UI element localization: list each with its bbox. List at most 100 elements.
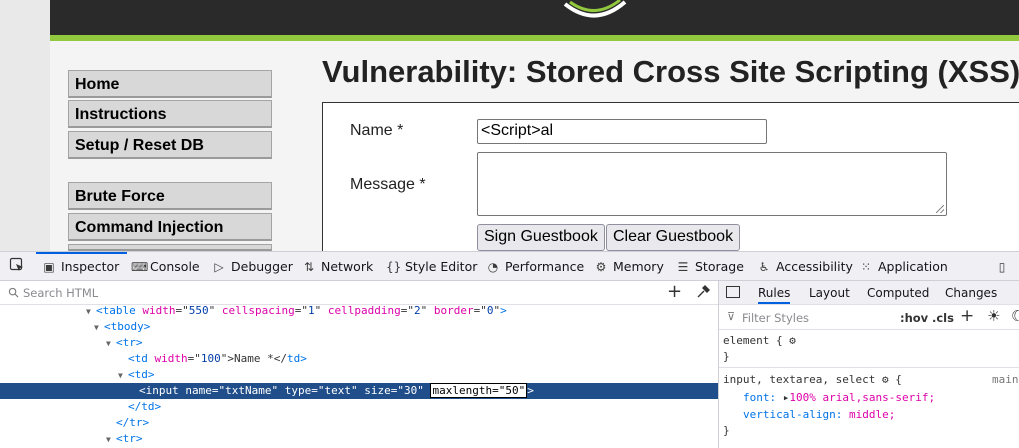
tab-network[interactable]: ⇅ Network	[302, 252, 373, 281]
menu-item-setup-reset-db[interactable]: Setup / Reset DB	[68, 131, 272, 159]
attr-name: cellspacing	[221, 305, 295, 317]
menu-item-brute-force[interactable]: Brute Force	[68, 182, 272, 210]
add-rule-icon[interactable]: +	[960, 306, 974, 326]
tab-inspector[interactable]: ▣ Inspector	[36, 252, 128, 281]
filter-styles-placeholder: Filter Styles	[742, 311, 810, 325]
tree-node-input-selected[interactable]: <input name="txtName" type="text" size="…	[0, 383, 718, 399]
message-textarea[interactable]	[477, 152, 947, 216]
tag-close: td>	[286, 352, 307, 365]
cls-toggle[interactable]: .cls	[932, 311, 954, 325]
tab-label: Memory	[613, 259, 664, 274]
tab-storage[interactable]: ☰ Storage	[676, 252, 744, 281]
tree-node-tr-close[interactable]: </tr>	[0, 415, 718, 431]
filter-icon: ⊽	[727, 310, 736, 323]
tab-label: Performance	[505, 259, 585, 274]
input-rule-close: }	[723, 424, 730, 437]
menu-item-partial[interactable]	[68, 244, 272, 251]
light-theme-icon[interactable]: ☀	[987, 307, 1000, 325]
menu-item-command-injection[interactable]: Command Injection	[68, 213, 272, 241]
tab-layout[interactable]: Layout	[809, 286, 850, 300]
tree-node-td-close[interactable]: </td>	[0, 399, 718, 415]
search-html-placeholder: Search HTML	[23, 286, 99, 300]
tab-performance[interactable]: ◔ Performance	[486, 252, 584, 281]
element-rule-close: }	[723, 350, 730, 363]
filter-styles-bar[interactable]: ⊽ Filter Styles :hov .cls + ☀ ☾	[719, 305, 1019, 330]
collapse-arrow-icon[interactable]: ▼	[94, 320, 104, 336]
performance-icon: ◔	[487, 260, 499, 274]
tree-node-tbody[interactable]: ▼ <tbody>	[0, 319, 718, 335]
tree-node-tr[interactable]: ▼ <tr>	[0, 335, 718, 351]
attr-value: text	[324, 384, 351, 397]
dock-icon: ▯	[998, 260, 1006, 274]
add-node-button[interactable]: +	[667, 281, 682, 302]
tab-memory[interactable]: ⚙ Memory	[594, 252, 664, 281]
style-editor-icon: {}	[386, 260, 402, 274]
text-content: >Name *</	[227, 352, 287, 365]
menu-item-instructions[interactable]: Instructions	[68, 100, 272, 128]
tab-computed[interactable]: Computed	[867, 286, 929, 300]
rule-source-link[interactable]: main	[992, 372, 1019, 388]
html-search-bar[interactable]: Search HTML +	[0, 281, 718, 305]
application-icon: ⁙	[860, 260, 872, 274]
rule-divider	[719, 367, 1019, 368]
resize-grip-icon[interactable]	[936, 205, 944, 213]
site-logo	[563, 0, 627, 18]
tree-node-td[interactable]: ▼ <td>	[0, 367, 718, 383]
sidebar-layout-icon[interactable]	[726, 286, 740, 298]
tab-label: Accessibility	[776, 259, 853, 274]
tag-name: </td>	[128, 400, 162, 413]
page: Home Instructions Setup / Reset DB Brute…	[0, 0, 1019, 448]
search-icon	[8, 287, 19, 298]
collapse-arrow-icon[interactable]: ▼	[118, 368, 128, 384]
storage-icon: ☰	[677, 260, 689, 274]
input-rule-selector: input, textarea, select ⚙ {	[723, 373, 902, 386]
attr-value: 1	[307, 305, 315, 317]
tag-name: <tr>	[116, 336, 143, 349]
attr-value: 30	[403, 384, 418, 397]
tab-label: Storage	[695, 259, 744, 274]
name-input[interactable]: <Script>al	[477, 119, 767, 144]
tab-application[interactable]: ⁙ Application	[859, 252, 948, 281]
tab-changes[interactable]: Changes	[945, 286, 997, 300]
attr-value: 0	[486, 305, 494, 317]
accessibility-icon: ♿	[758, 260, 770, 274]
collapse-arrow-icon[interactable]: ▼	[106, 336, 116, 352]
selector-text: element {	[723, 334, 783, 347]
page-left-margin	[0, 0, 50, 251]
element-picker-icon[interactable]	[9, 257, 25, 273]
attr-name: size	[364, 384, 391, 397]
tab-label: Debugger	[231, 259, 293, 274]
sign-guestbook-button[interactable]: Sign Guestbook	[477, 224, 605, 251]
vertical-align-declaration[interactable]: vertical-align: middle;	[743, 407, 895, 423]
property-value: 100% arial,sans-serif;	[789, 391, 936, 404]
hov-toggle[interactable]: :hov	[900, 311, 928, 325]
dock-toggle-button[interactable]: ▯	[995, 252, 1014, 281]
tree-node-td-name[interactable]: <td width="100">Name *</td>	[0, 351, 718, 367]
gear-icon[interactable]: ⚙	[882, 373, 889, 386]
property-name: font:	[743, 391, 777, 404]
tree-node-table[interactable]: ▼ <table width="550" cellspacing="1" cell…	[0, 305, 718, 319]
clear-guestbook-button[interactable]: Clear Guestbook	[606, 224, 741, 251]
eyedropper-icon[interactable]	[695, 284, 711, 300]
attr-name: name	[185, 384, 212, 397]
tab-label: Style Editor	[405, 259, 478, 274]
dark-theme-icon[interactable]: ☾	[1011, 307, 1019, 325]
tab-accessibility[interactable]: ♿ Accessibility	[757, 252, 853, 281]
menu-item-home[interactable]: Home	[68, 70, 272, 98]
console-icon: ⌨	[131, 260, 149, 274]
tab-rules[interactable]: Rules	[758, 286, 791, 304]
debugger-icon: ▷	[214, 260, 224, 274]
tree-node-tr-2[interactable]: ▼ <tr>	[0, 431, 718, 447]
tab-style-editor[interactable]: {} Style Editor	[386, 252, 477, 281]
devtools-toolbar: ▣ Inspector ⌨ Console ▷ Debugger ⇅ Network {…	[0, 251, 1019, 281]
tab-console[interactable]: ⌨ Console	[131, 252, 200, 281]
font-declaration[interactable]: font: ▸100% arial,sans-serif;	[743, 390, 935, 406]
collapse-arrow-icon[interactable]: ▼	[86, 305, 96, 320]
property-name: vertical-align:	[743, 408, 843, 421]
property-value: middle;	[848, 408, 896, 421]
attribute-edit-field[interactable]: maxlength="50"	[430, 383, 528, 398]
gear-icon[interactable]: ⚙	[789, 334, 796, 347]
collapse-arrow-icon[interactable]: ▼	[106, 432, 116, 448]
attr-name: cellpadding	[327, 305, 401, 317]
tab-debugger[interactable]: ▷ Debugger	[212, 252, 293, 281]
